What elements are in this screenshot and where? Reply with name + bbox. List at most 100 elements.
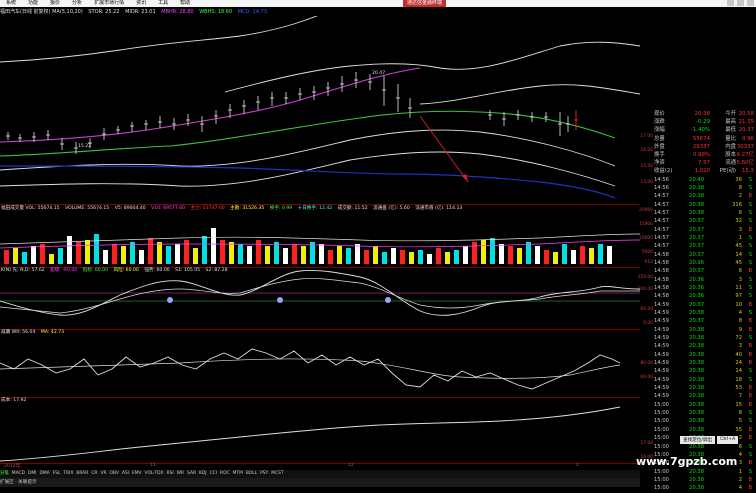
tick-row: 14:59 20.38 53 B [654, 384, 756, 392]
volume-bar [427, 254, 432, 264]
indicator-tab[interactable]: DMA [39, 471, 49, 476]
indicator-tab[interactable]: TRIX [63, 471, 73, 476]
quote-field-name: 量比 [725, 135, 736, 142]
tick-price: 20.37 [689, 234, 704, 241]
menu-analysis[interactable]: 分析 [66, 0, 88, 7]
indicator-tab[interactable]: BOLL [246, 471, 257, 476]
volume-bar [13, 248, 18, 264]
volume-bar [67, 236, 72, 264]
tick-volume: 8 [738, 410, 742, 417]
indicator-tab[interactable]: ROC [220, 471, 230, 476]
context-popup[interactable]: 查找定位/调出 Ctrl+A [680, 436, 739, 444]
indicator-tab[interactable]: MTM [233, 471, 243, 476]
wr-panel[interactable]: 威廉 WR: 56.04 MA: 42.73 80.00 60.00 [0, 329, 653, 398]
tick-time: 14:59 [654, 368, 669, 375]
tick-volume: 3 [738, 276, 742, 283]
tick-time: 14:56 [654, 176, 669, 183]
indicator-tab[interactable]: RSI [167, 471, 174, 476]
indicator-tab[interactable]: EMV [132, 471, 142, 476]
tick-price: 20.37 [689, 318, 704, 325]
menu-bar: 系统 功能 报价 分析 扩展市场行情 资讯 工具 帮助 通达信金融终端 [0, 0, 756, 7]
tick-time: 14:57 [654, 193, 669, 200]
tick-time: 14:57 [654, 201, 669, 208]
volume-bar [409, 252, 414, 264]
volume-bar [49, 254, 54, 264]
indicator-tab[interactable]: MACD [12, 471, 25, 476]
indicator-tab[interactable]: VOL-TDX [145, 471, 164, 476]
volume-bar [400, 250, 405, 264]
locate-button[interactable]: 查找定位/调出 [680, 436, 716, 444]
volume-bar [229, 242, 234, 264]
indicator-tab[interactable]: OBV [110, 471, 119, 476]
quote-field-value: 20.37 [738, 127, 754, 134]
indicator-tab[interactable]: 分笔 [0, 471, 9, 476]
volume-bar [310, 242, 315, 264]
status-bar: 扩展区 · 关联提示 [0, 478, 640, 487]
tick-time: 14:58 [654, 276, 669, 283]
volume-panel[interactable]: 福田成交量 VOL: 55674.15 VOLUME: 55674.15 V5:… [0, 204, 653, 268]
volume-bar [373, 246, 378, 264]
indicator-tab[interactable]: MCST [271, 471, 283, 476]
indicator-tab[interactable]: CR [91, 471, 97, 476]
quote-row: 换手 0.99% 股本 6.27亿 [654, 151, 756, 159]
maximize-button[interactable] [737, 0, 744, 6]
menu-function[interactable]: 功能 [22, 0, 44, 7]
indicator-tab[interactable]: FSL [53, 471, 61, 476]
volume-bar [526, 242, 531, 264]
tick-side: S [748, 376, 752, 383]
volume-bar [4, 250, 9, 264]
tick-time: 14:58 [654, 268, 669, 275]
indicator-tab[interactable]: SAR [187, 471, 196, 476]
quote-field-name: 外盘 [654, 143, 665, 150]
minimize-button[interactable] [727, 0, 734, 6]
tick-time: 14:59 [654, 310, 669, 316]
quote-field-name: 流通 [725, 160, 736, 167]
volume-bar [553, 252, 558, 264]
indicator-tab[interactable]: BRAR [76, 471, 88, 476]
tick-volume: 5 [738, 418, 742, 425]
tick-row: 14:59 20.37 8 B [654, 317, 756, 325]
tick-time: 14:58 [654, 293, 669, 300]
indicator-tab[interactable]: ASI [122, 471, 129, 476]
quote-row: 总量 55674 量比 0.96 [654, 135, 756, 143]
tick-side: S [748, 184, 752, 191]
indicator-tab[interactable]: WR [177, 471, 184, 476]
quote-field-name: 股本 [725, 151, 736, 158]
tick-price: 20.38 [689, 360, 704, 367]
menu-help[interactable]: 帮助 [174, 0, 196, 7]
menu-system[interactable]: 系统 [0, 0, 22, 7]
quote-field-name: 内盘 [725, 143, 736, 150]
kdj-panel[interactable]: K(N) 先: N,D: 57.62 超级: -60.00 指标: 60.00 … [0, 267, 653, 330]
kdj-axis-label: 60.00 [640, 307, 653, 312]
tick-side: S [748, 335, 752, 342]
menu-quote[interactable]: 报价 [44, 0, 66, 7]
volume-bar [319, 244, 324, 264]
menu-extended-market[interactable]: 扩展市场行情 [88, 0, 130, 7]
shortcut-button[interactable]: Ctrl+A [717, 436, 739, 444]
indicator-tab[interactable]: CCI [210, 471, 217, 476]
quote-field-name: 收益(2) [654, 168, 673, 175]
volume-bar [121, 246, 126, 264]
close-button[interactable] [747, 0, 754, 6]
tick-time: 14:59 [654, 335, 669, 342]
low-annotation: 15.22 [78, 144, 92, 149]
tick-volume: 9 [738, 326, 742, 333]
volume-axis-label: 20000 [639, 208, 653, 213]
tick-time: 14:58 [654, 251, 669, 258]
kline-panel[interactable]: 15.22 20.47 [0, 16, 640, 205]
tick-row: 14:59 20.38 24 B [654, 359, 756, 367]
indicator-tab[interactable]: KDJ [199, 471, 207, 476]
volume-bar [220, 240, 225, 264]
indicator-tab[interactable]: VR [100, 471, 106, 476]
cost-panel[interactable]: 成本: 17.92 17.00 16.00 [0, 397, 653, 464]
volume-axis-label: 10000 [639, 236, 653, 241]
menu-news[interactable]: 资讯 [130, 0, 152, 7]
volume-bar [517, 248, 522, 264]
indicator-tab[interactable]: DMI [28, 471, 36, 476]
kdj-axis-label: 150.00 [637, 275, 653, 280]
indicator-tab[interactable]: PSY [260, 471, 268, 476]
tick-side: S [748, 209, 752, 216]
tick-time: 14:58 [654, 259, 669, 266]
menu-tools[interactable]: 工具 [152, 0, 174, 7]
wbhs-value: WBHS: 18.60 [199, 9, 233, 15]
